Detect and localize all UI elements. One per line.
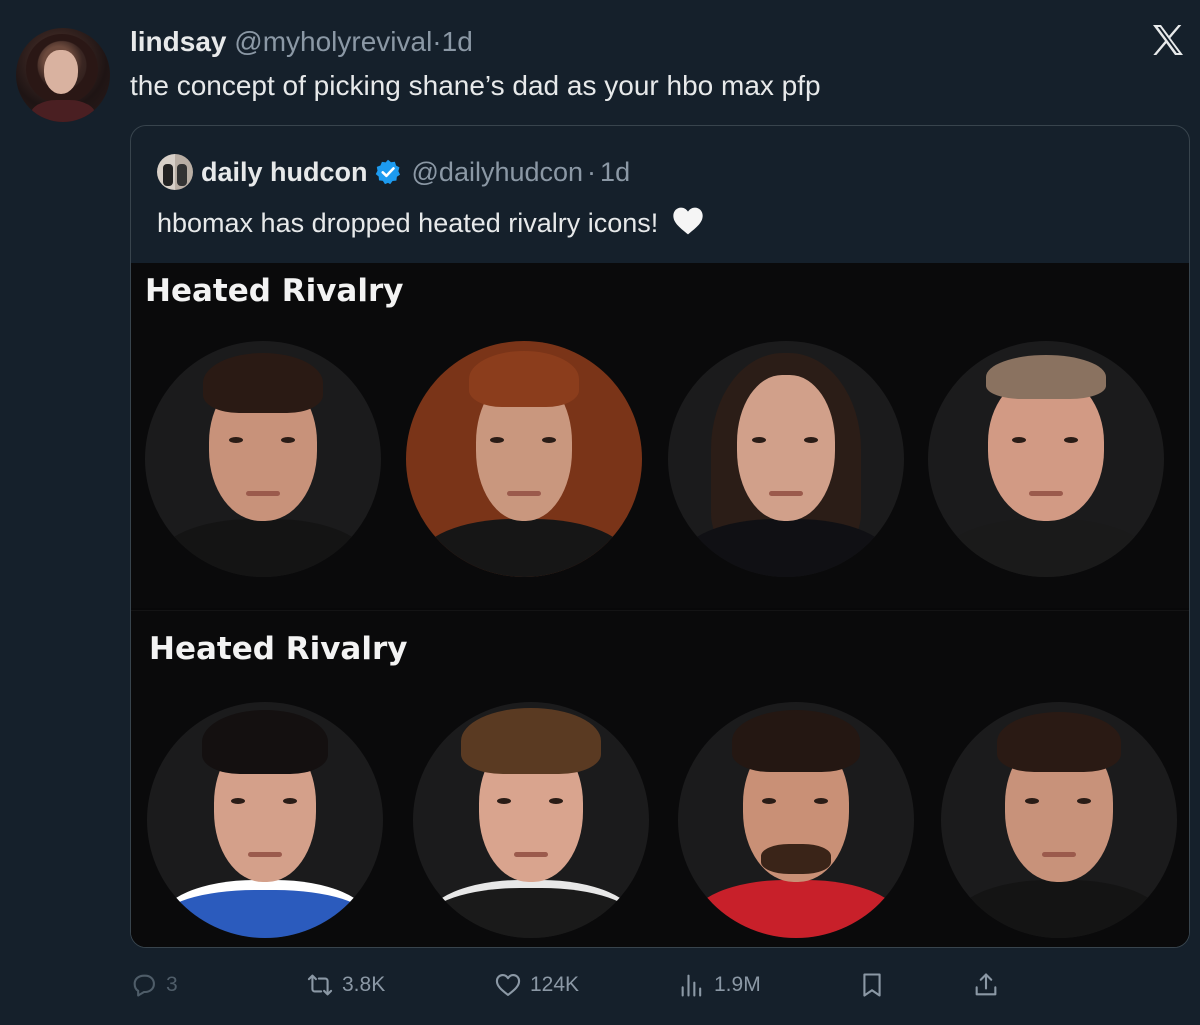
- quoted-tweet-header: daily hudcon @dailyhudcon · 1d: [157, 154, 630, 190]
- tweet-header: lindsay @myholyrevival·1d: [130, 26, 473, 58]
- section-title: Heated Rivalry: [145, 273, 404, 309]
- media-image[interactable]: Heated Rivalry Heated Rivalry: [131, 263, 1189, 947]
- verified-badge-icon: [375, 159, 400, 185]
- views-count: 1.9M: [714, 973, 761, 996]
- like-count: 124K: [530, 973, 580, 996]
- quoted-tweet[interactable]: daily hudcon @dailyhudcon · 1d hbomax has …: [130, 125, 1190, 948]
- author-avatar[interactable]: [16, 28, 110, 122]
- portrait-woman-long-hair: [668, 341, 904, 577]
- quoted-tweet-text-content: hbomax has dropped heated rivalry icons!: [157, 208, 659, 238]
- portrait-young-man-curly: [413, 702, 649, 938]
- portrait-man-dark-hair: [145, 341, 381, 577]
- like-button[interactable]: 124K: [494, 965, 579, 1005]
- reply-icon: [133, 974, 155, 997]
- retweet-button[interactable]: 3.8K: [306, 965, 385, 1005]
- reply-button[interactable]: 3: [130, 965, 178, 1005]
- portrait-young-man-jersey: [147, 702, 383, 938]
- views-button[interactable]: 1.9M: [678, 965, 761, 1005]
- portrait-man-smiling: [941, 702, 1177, 938]
- portrait-older-man: [928, 341, 1164, 577]
- section-title: Heated Rivalry: [149, 631, 408, 667]
- retweet-icon: [307, 974, 333, 996]
- bookmark-button[interactable]: [858, 965, 894, 1005]
- author-name[interactable]: lindsay: [130, 26, 226, 57]
- portrait-bearded-man-jersey: [678, 702, 914, 938]
- heart-icon: [495, 974, 521, 996]
- author-handle[interactable]: @myholyrevival: [234, 26, 432, 57]
- quoted-author-avatar[interactable]: [157, 154, 193, 190]
- quoted-author-handle[interactable]: @dailyhudcon: [412, 157, 584, 188]
- quoted-author-name[interactable]: daily hudcon: [201, 157, 368, 188]
- tweet-actions: 3 3.8K 124K 1.9M: [130, 965, 1200, 1005]
- separator: ·: [432, 26, 442, 57]
- media-section-2: Heated Rivalry: [131, 610, 1189, 947]
- separator: ·: [587, 156, 597, 187]
- retweet-count: 3.8K: [342, 973, 386, 996]
- bookmark-icon: [863, 973, 881, 997]
- white-heart-icon: [673, 207, 703, 235]
- portrait-woman-curly-hair: [406, 341, 642, 577]
- share-icon: [975, 973, 997, 996]
- tweet-timestamp[interactable]: 1d: [442, 26, 473, 57]
- reply-count: 3: [166, 973, 178, 996]
- share-button[interactable]: [972, 965, 1008, 1005]
- views-icon: [681, 974, 702, 997]
- media-section-1: Heated Rivalry: [131, 263, 1189, 608]
- quoted-tweet-timestamp[interactable]: 1d: [600, 157, 630, 188]
- quoted-tweet-text: hbomax has dropped heated rivalry icons!: [157, 206, 704, 239]
- x-logo-icon[interactable]: [1148, 20, 1188, 60]
- tweet-text: the concept of picking shane’s dad as yo…: [130, 70, 821, 101]
